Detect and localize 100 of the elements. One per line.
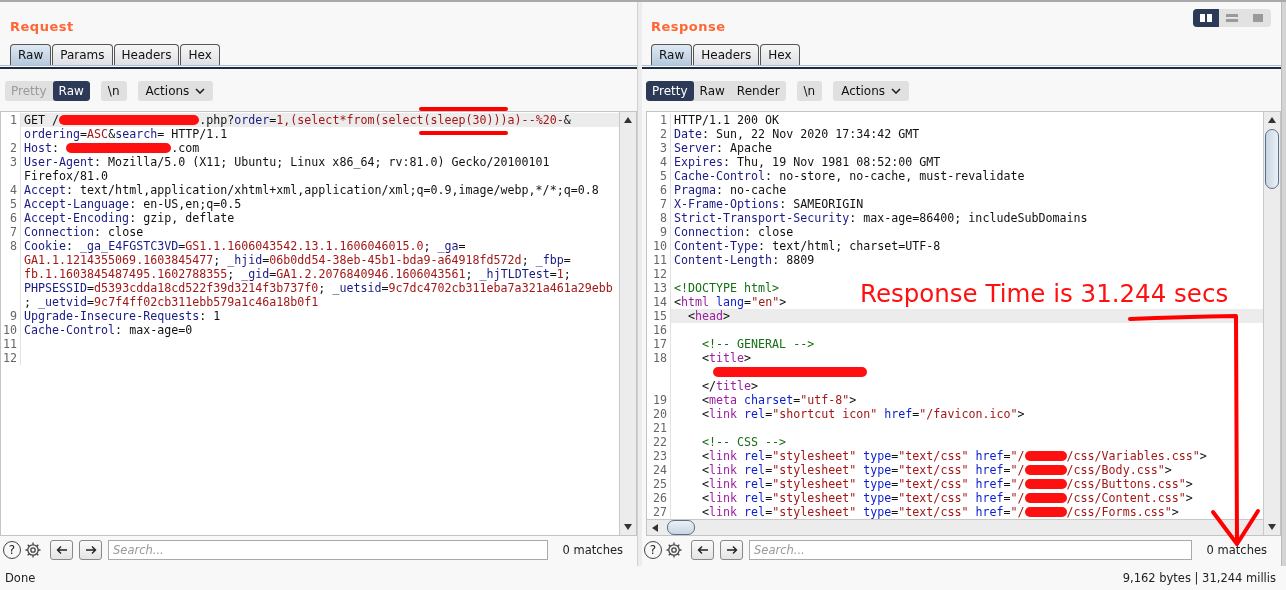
code-line: Expires: Thu, 19 Nov 1981 08:52:00 GMT bbox=[673, 155, 941, 169]
code-line: <html lang="en"> bbox=[673, 295, 787, 309]
code-line: <link rel="stylesheet" type="text/css" href="/ /css/Forms.css"> bbox=[701, 505, 1179, 519]
code-line: <!DOCTYPE html> bbox=[673, 281, 780, 295]
view-mode-button[interactable]: Raw bbox=[693, 81, 731, 101]
line-number: 12 bbox=[1, 351, 21, 365]
match-count: 0 matches bbox=[562, 543, 623, 557]
code-line: GA1.1.1214355069.1603845477; _hjid=06b0dd54-38eb-45b1-bda9-a64918fd572d; _fbp= bbox=[23, 253, 571, 267]
view-mode-button[interactable]: Pretty bbox=[646, 81, 694, 101]
actions-button[interactable]: Actions bbox=[833, 81, 910, 101]
line-number: 6 bbox=[647, 183, 671, 197]
code-line: Content-Type: text/html; charset=UTF-8 bbox=[673, 239, 941, 253]
view-mode-button[interactable]: Render bbox=[730, 81, 786, 101]
code-line: PHPSESSID=d5393cdda18cd522f39d3214f3b737f0; _uetsid=9c7dc4702cb311eba7a321a461a29ebb bbox=[23, 281, 613, 295]
view-mode-button[interactable]: Raw bbox=[52, 81, 90, 101]
line-number: 25 bbox=[647, 477, 671, 491]
line-number: 19 bbox=[647, 393, 671, 407]
code-line: Connection: close bbox=[23, 225, 144, 239]
code-line: fb.1.1603845487495.1602788355; _gid=GA1.2.2076840946.1606043561; _hjTLDTest=1; bbox=[23, 267, 571, 281]
actions-button[interactable]: Actions bbox=[137, 81, 214, 101]
line-number: 12 bbox=[647, 267, 671, 281]
settings-icon[interactable] bbox=[665, 541, 683, 559]
line-number: 10 bbox=[647, 239, 671, 253]
tab[interactable]: Params bbox=[52, 44, 113, 65]
line-number: 21 bbox=[647, 421, 671, 435]
line-number: 1 bbox=[647, 113, 671, 127]
line-number: 11 bbox=[647, 253, 671, 267]
code-line: Server: Apache bbox=[673, 141, 773, 155]
newline-button[interactable]: \n bbox=[796, 81, 823, 101]
line-number: 23 bbox=[647, 449, 671, 463]
line-number: 11 bbox=[1, 337, 21, 351]
line-number: 13 bbox=[647, 281, 671, 295]
line-number: 7 bbox=[1, 225, 21, 239]
arrow-left-icon bbox=[696, 545, 709, 555]
code-line: <link rel="stylesheet" type="text/css" href="/ /css/Body.css"> bbox=[701, 463, 1172, 477]
code-line: Cache-Control: max-age=0 bbox=[23, 323, 193, 337]
line-number: 4 bbox=[647, 155, 671, 169]
arrow-right-icon bbox=[725, 545, 738, 555]
pane-title: Request bbox=[10, 19, 74, 34]
horizontal-scrollbar[interactable] bbox=[647, 519, 1263, 535]
newline-button[interactable]: \n bbox=[100, 81, 127, 101]
code-line: Strict-Transport-Security: max-age=86400; includeSubDomains bbox=[673, 211, 1088, 225]
tab[interactable]: Headers bbox=[113, 44, 180, 65]
columns-icon bbox=[1199, 13, 1213, 23]
forward-button[interactable] bbox=[720, 540, 743, 560]
code-line: <!-- CSS --> bbox=[701, 435, 787, 449]
code-line: <link rel="shortcut icon" href="/favicon.ico"> bbox=[701, 407, 1025, 421]
code-line: Accept-Language: en-US,en;q=0.5 bbox=[23, 197, 242, 211]
code-line: Firefox/81.0 bbox=[23, 169, 109, 183]
tab[interactable]: Raw bbox=[651, 44, 693, 65]
line-number: 8 bbox=[1, 239, 21, 253]
arrow-left-icon bbox=[55, 545, 68, 555]
back-button[interactable] bbox=[50, 540, 73, 560]
code-line: Content-Length: 8809 bbox=[673, 253, 815, 267]
code-line: Pragma: no-cache bbox=[673, 183, 787, 197]
line-number: 8 bbox=[647, 211, 671, 225]
line-number: 2 bbox=[647, 127, 671, 141]
code-line: ordering=ASC&search= HTTP/1.1 bbox=[23, 127, 228, 141]
code-line: User-Agent: Mozilla/5.0 (X11; Ubuntu; Linux x86_64; rv:81.0) Gecko/20100101 bbox=[23, 155, 550, 169]
line-number: 3 bbox=[647, 141, 671, 155]
vertical-scrollbar[interactable] bbox=[1263, 112, 1280, 535]
layout-button[interactable] bbox=[1193, 9, 1219, 27]
code-line: Host: .com bbox=[23, 141, 200, 155]
line-number: 2 bbox=[1, 141, 21, 155]
code-line: <link rel="stylesheet" type="text/css" href="/ /css/Content.css"> bbox=[701, 491, 1193, 505]
search-field[interactable]: Search... bbox=[108, 540, 548, 560]
code-line: Accept: text/html,application/xhtml+xml,application/xml;q=0.9,image/webp,*/*;q=0.8 bbox=[23, 183, 599, 197]
line-number: 6 bbox=[1, 211, 21, 225]
code-line: Connection: close bbox=[673, 225, 794, 239]
code-line: HTTP/1.1 200 OK bbox=[673, 113, 780, 127]
rows-icon bbox=[1225, 13, 1239, 23]
line-number: 4 bbox=[1, 183, 21, 197]
line-number: 24 bbox=[647, 463, 671, 477]
line-number: 18 bbox=[647, 351, 671, 365]
line-number: 10 bbox=[1, 323, 21, 337]
line-number: 26 bbox=[647, 491, 671, 505]
settings-icon[interactable] bbox=[24, 541, 42, 559]
chevron-down-icon bbox=[195, 88, 206, 94]
code-line: Date: Sun, 22 Nov 2020 17:34:42 GMT bbox=[673, 127, 920, 141]
code-line: X-Frame-Options: SAMEORIGIN bbox=[673, 197, 864, 211]
code-line: <!-- GENERAL --> bbox=[701, 337, 815, 351]
line-number: 9 bbox=[1, 309, 21, 323]
line-number: 20 bbox=[647, 407, 671, 421]
tab[interactable]: Raw bbox=[10, 44, 52, 65]
code-line: Upgrade-Insecure-Requests: 1 bbox=[23, 309, 221, 323]
vertical-scrollbar[interactable] bbox=[619, 112, 636, 535]
code-line: <link rel="stylesheet" type="text/css" href="/ /css/Variables.css"> bbox=[701, 449, 1207, 463]
line-number: 22 bbox=[647, 435, 671, 449]
back-button[interactable] bbox=[691, 540, 714, 560]
chevron-down-icon bbox=[891, 88, 902, 94]
code-line: <title> bbox=[701, 351, 752, 365]
forward-button[interactable] bbox=[79, 540, 102, 560]
line-number: 5 bbox=[1, 197, 21, 211]
tab[interactable]: Headers bbox=[693, 44, 760, 65]
tab[interactable]: Hex bbox=[180, 44, 220, 65]
line-number: 3 bbox=[1, 155, 21, 169]
line-number: 9 bbox=[647, 225, 671, 239]
line-number: 16 bbox=[647, 323, 671, 337]
search-field[interactable]: Search... bbox=[749, 540, 1192, 560]
tab[interactable]: Hex bbox=[760, 44, 800, 65]
